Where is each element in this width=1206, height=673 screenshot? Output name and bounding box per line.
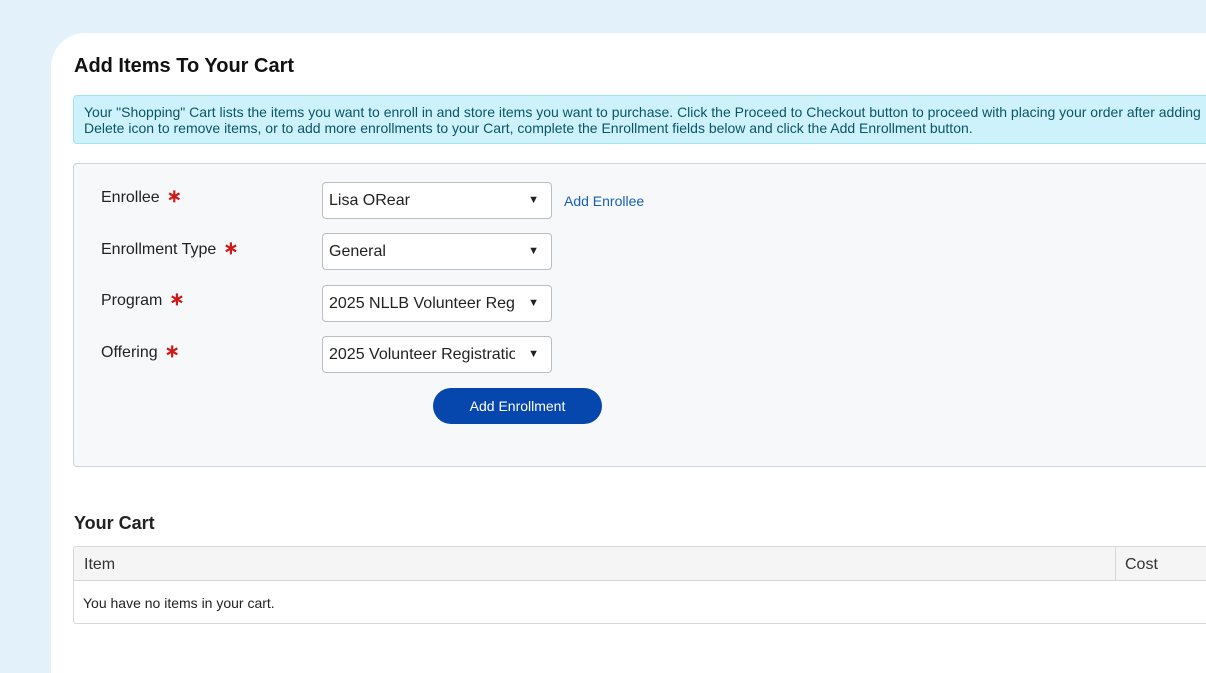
required-asterisk-icon: ∗ — [223, 238, 239, 258]
offering-select[interactable]: 2025 Volunteer Registration ▼ — [322, 336, 552, 373]
column-header-item: Item — [84, 556, 116, 573]
enrollee-label: Enrollee ∗ — [101, 186, 182, 207]
offering-label: Offering ∗ — [101, 341, 180, 362]
program-label: Program ∗ — [101, 289, 184, 310]
column-header-cost: Cost — [1125, 556, 1158, 573]
offering-select-value: 2025 Volunteer Registration — [329, 346, 515, 363]
add-enrollment-button[interactable]: Add Enrollment — [433, 388, 602, 424]
program-select[interactable]: 2025 NLLB Volunteer Registration ▼ — [322, 285, 552, 322]
cart-table-header: Item Cost — [74, 547, 1206, 581]
cart-title: Your Cart — [74, 513, 155, 533]
enrollee-select[interactable]: Lisa ORear ▼ — [322, 182, 552, 219]
info-message: Your "Shopping" Cart lists the items you… — [73, 95, 1206, 144]
empty-cart-message: You have no items in your cart. — [83, 595, 275, 611]
required-asterisk-icon: ∗ — [169, 289, 185, 309]
page-title: Add Items To Your Cart — [74, 55, 295, 77]
enrollment-type-label-text: Enrollment Type — [101, 241, 217, 258]
enrollment-type-label: Enrollment Type ∗ — [101, 238, 238, 259]
chevron-down-icon: ▼ — [528, 245, 539, 257]
enrollment-type-select[interactable]: General ▼ — [322, 233, 552, 270]
enrollee-select-value: Lisa ORear — [329, 192, 410, 209]
enrollment-type-select-value: General — [329, 243, 386, 260]
info-message-line-1: Your "Shopping" Cart lists the items you… — [84, 104, 1201, 120]
offering-label-text: Offering — [101, 344, 158, 361]
required-asterisk-icon: ∗ — [166, 186, 182, 206]
column-divider — [1115, 547, 1116, 581]
enrollee-label-text: Enrollee — [101, 189, 160, 206]
required-asterisk-icon: ∗ — [164, 341, 180, 361]
chevron-down-icon: ▼ — [528, 194, 539, 206]
chevron-down-icon: ▼ — [528, 297, 539, 309]
chevron-down-icon: ▼ — [528, 348, 539, 360]
cart-table: Item Cost You have no items in your cart… — [73, 546, 1206, 624]
program-select-value: 2025 NLLB Volunteer Registration — [329, 295, 515, 312]
info-message-line-2: Delete icon to remove items, or to add m… — [84, 120, 973, 136]
program-label-text: Program — [101, 292, 163, 309]
add-enrollee-link[interactable]: Add Enrollee — [564, 193, 644, 209]
